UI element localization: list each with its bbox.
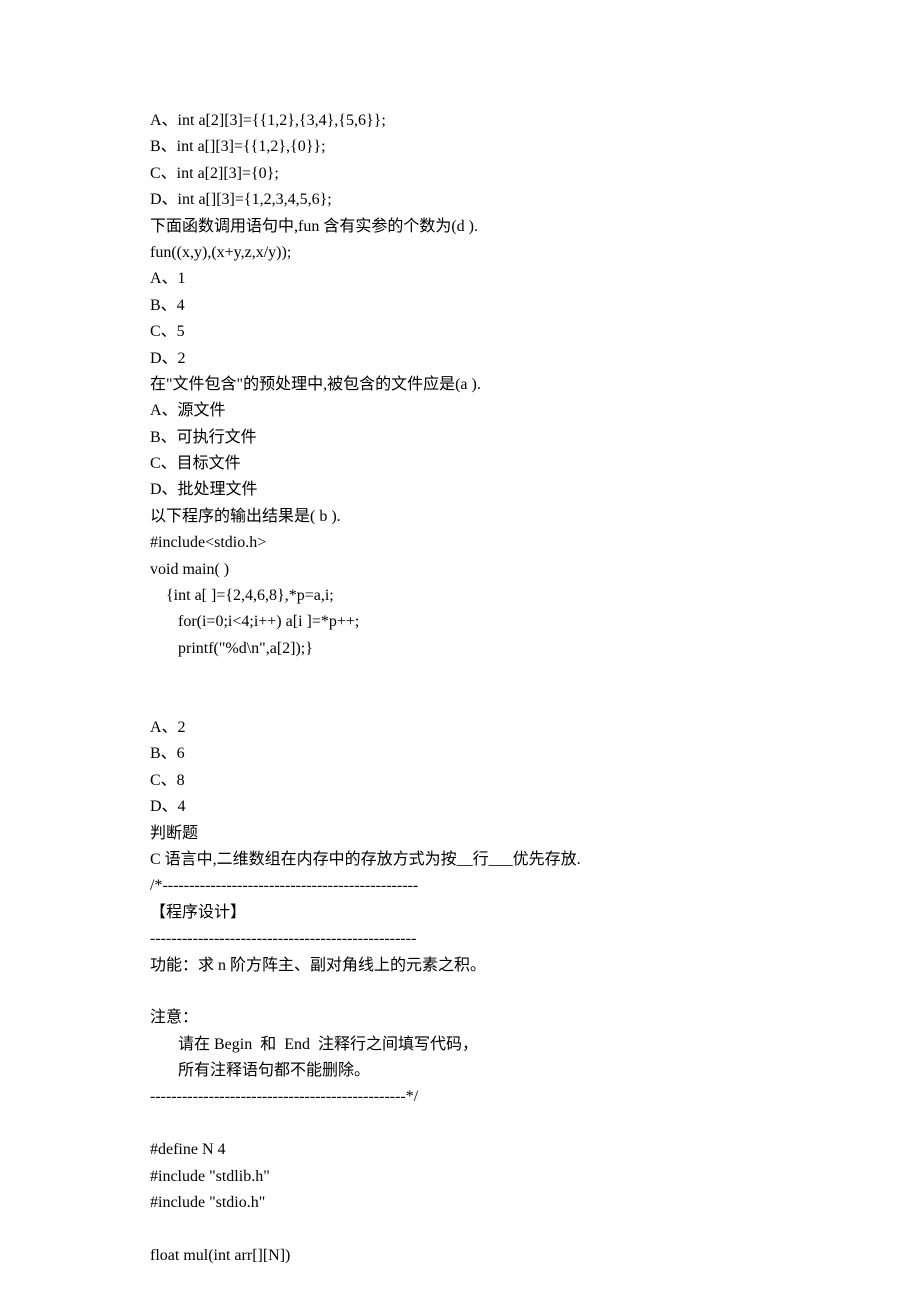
- text-line: D、批处理文件: [150, 477, 770, 503]
- text-line: A、int a[2][3]={{1,2},{3,4},{5,6}};: [150, 108, 770, 134]
- text-line: B、6: [150, 741, 770, 767]
- page-content: A、int a[2][3]={{1,2},{3,4},{5,6}}; B、int…: [0, 0, 920, 1302]
- text-line: float mul(int arr[][N]): [150, 1243, 770, 1269]
- text-line: 所有注释语句都不能删除。: [150, 1058, 770, 1084]
- text-line: D、4: [150, 794, 770, 820]
- text-line: B、4: [150, 293, 770, 319]
- text-line: 以下程序的输出结果是( b ).: [150, 504, 770, 530]
- text-line: [150, 979, 770, 1005]
- text-line: C、目标文件: [150, 451, 770, 477]
- text-line: D、2: [150, 346, 770, 372]
- text-line: [150, 689, 770, 715]
- text-line: #include<stdio.h>: [150, 530, 770, 556]
- text-line: C 语言中,二维数组在内存中的存放方式为按__行___优先存放.: [150, 847, 770, 873]
- text-line: 请在 Begin 和 End 注释行之间填写代码，: [150, 1032, 770, 1058]
- text-line: [150, 1216, 770, 1242]
- text-line: 判断题: [150, 821, 770, 847]
- text-line: [150, 662, 770, 688]
- text-line: for(i=0;i<4;i++) a[i ]=*p++;: [150, 609, 770, 635]
- text-line: 在"文件包含"的预处理中,被包含的文件应是(a ).: [150, 372, 770, 398]
- text-line: printf("%d\n",a[2]);}: [150, 636, 770, 662]
- text-line: A、2: [150, 715, 770, 741]
- text-line: 功能：求 n 阶方阵主、副对角线上的元素之积。: [150, 953, 770, 979]
- text-line: ----------------------------------------…: [150, 926, 770, 952]
- text-line: C、int a[2][3]={0};: [150, 161, 770, 187]
- text-line: void main( ): [150, 557, 770, 583]
- text-line: /*--------------------------------------…: [150, 873, 770, 899]
- text-line: #define N 4: [150, 1137, 770, 1163]
- text-line: B、可执行文件: [150, 425, 770, 451]
- text-line: #include "stdio.h": [150, 1190, 770, 1216]
- text-line: A、1: [150, 266, 770, 292]
- text-line: {int a[ ]={2,4,6,8},*p=a,i;: [150, 583, 770, 609]
- text-line: B、int a[][3]={{1,2},{0}};: [150, 134, 770, 160]
- text-line: 【程序设计】: [150, 900, 770, 926]
- text-line: #include "stdlib.h": [150, 1164, 770, 1190]
- text-line: C、8: [150, 768, 770, 794]
- text-line: C、5: [150, 319, 770, 345]
- text-line: 下面函数调用语句中,fun 含有实参的个数为(d ).: [150, 214, 770, 240]
- text-line: ----------------------------------------…: [150, 1084, 770, 1110]
- text-line: fun((x,y),(x+y,z,x/y));: [150, 240, 770, 266]
- text-line: D、int a[][3]={1,2,3,4,5,6};: [150, 187, 770, 213]
- text-line: 注意：: [150, 1005, 770, 1031]
- text-line: [150, 1111, 770, 1137]
- text-line: A、源文件: [150, 398, 770, 424]
